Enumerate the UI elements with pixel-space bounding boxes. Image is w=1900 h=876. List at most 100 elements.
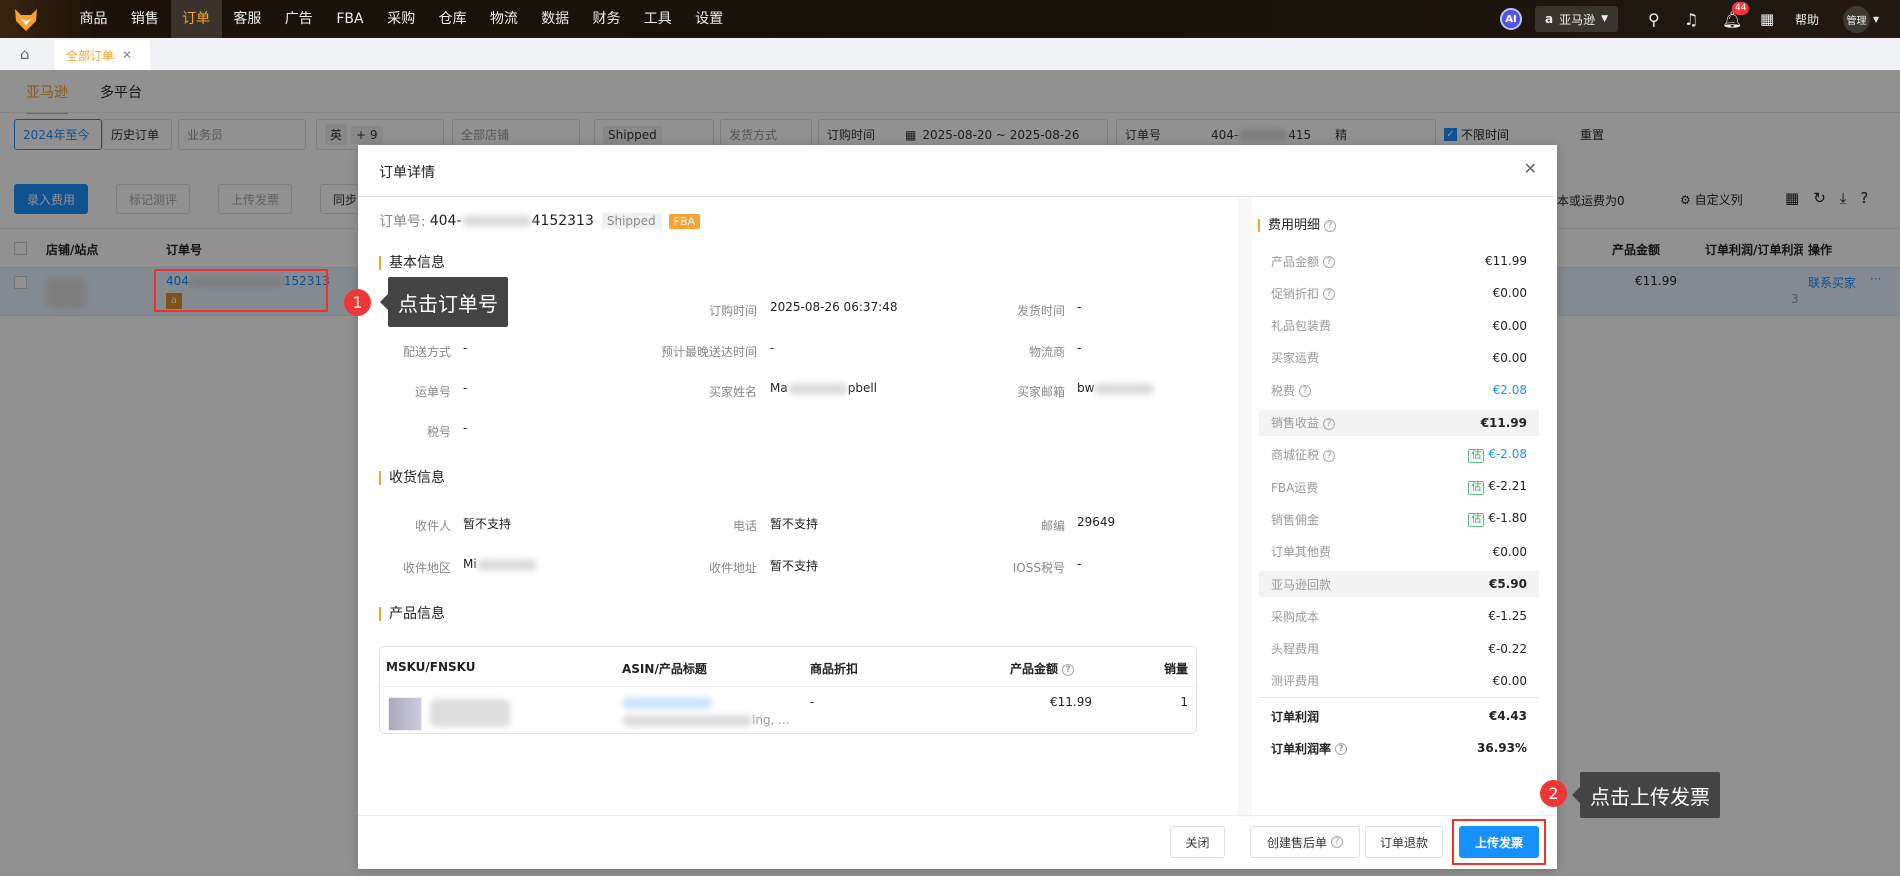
nav-item-1[interactable]: 销售 xyxy=(119,0,170,38)
help-icon[interactable]: ? xyxy=(1323,449,1336,462)
profit-label: 订单利润 xyxy=(1271,709,1320,724)
field-label: 买家邮箱 xyxy=(1016,385,1065,399)
estimate-badge: 估 xyxy=(1468,513,1485,528)
fee-row: 头程费用 €-0.22 xyxy=(1259,636,1539,662)
nav-item-9[interactable]: 数据 xyxy=(530,0,581,38)
nav-item-2[interactable]: 订单 xyxy=(170,0,222,38)
estimate-badge: 估 xyxy=(1468,448,1485,463)
fee-row: 税费? €2.08 xyxy=(1259,377,1539,403)
nav-item-4[interactable]: 广告 xyxy=(273,0,324,38)
product-qty: 1 xyxy=(1180,695,1188,709)
field-value: bw xyxy=(1077,381,1155,395)
col-discount: 商品折扣 xyxy=(810,662,859,676)
nav-item-12[interactable]: 设置 xyxy=(684,0,735,38)
notification-badge: 44 xyxy=(1732,2,1750,15)
fee-label: 买家运费 xyxy=(1271,351,1320,366)
fee-row: 销售收益? €11.99 xyxy=(1259,409,1539,436)
fees-title: 费用明细? xyxy=(1258,218,1337,233)
field-label: 物流商 xyxy=(1028,345,1065,359)
help-icon[interactable]: ? xyxy=(1323,256,1336,268)
refund-button[interactable]: 订单退款 xyxy=(1365,826,1443,858)
fee-value: €-2.21 xyxy=(1488,479,1527,494)
product-thumbnail xyxy=(388,697,422,731)
help-icon[interactable]: ? xyxy=(1323,417,1336,430)
help-icon[interactable]: ? xyxy=(1324,219,1337,232)
fee-label: 测评费用 xyxy=(1271,674,1320,689)
close-icon[interactable]: ✕ xyxy=(122,48,132,62)
field-label: 税号 xyxy=(426,425,451,439)
asin-link[interactable] xyxy=(622,697,712,709)
nav-item-5[interactable]: FBA xyxy=(325,0,376,38)
search-icon[interactable]: ⚲ xyxy=(1648,0,1660,38)
nav-item-11[interactable]: 工具 xyxy=(632,0,683,38)
tab-all-orders[interactable]: 全部订单 ✕ xyxy=(54,40,150,70)
bell-icon[interactable]: 🔔︎ 44 xyxy=(1722,0,1750,38)
modal-title: 订单详情 xyxy=(379,165,435,181)
fee-row: 买家运费 €0.00 xyxy=(1259,345,1539,371)
fee-value: €-1.25 xyxy=(1488,609,1527,624)
caret-down-icon: ▼ xyxy=(1601,14,1609,24)
close-button[interactable]: 关闭 xyxy=(1170,826,1225,858)
marketplace-select[interactable]: a 亚马逊 ▼ xyxy=(1535,6,1619,32)
nav-item-8[interactable]: 物流 xyxy=(478,0,529,38)
section-basic-info: 基本信息 xyxy=(379,256,445,270)
nav-item-7[interactable]: 仓库 xyxy=(427,0,478,38)
fee-row: 商城征税? 估 €-2.08 xyxy=(1259,442,1539,468)
home-icon[interactable]: ⌂ xyxy=(20,45,30,63)
fee-label: 销售收益 xyxy=(1271,416,1320,430)
status-badge: Shipped xyxy=(601,213,661,229)
panel-divider xyxy=(1238,197,1252,817)
fee-label: 销售佣金 xyxy=(1271,512,1320,527)
page-tab-bar: ⌂ 全部订单 ✕ xyxy=(0,38,1900,70)
nav-item-6[interactable]: 采购 xyxy=(376,0,427,38)
col-asin: ASIN/产品标题 xyxy=(622,662,707,676)
section-shipping-info: 收货信息 xyxy=(379,471,445,485)
help-link[interactable]: 帮助 xyxy=(1795,0,1819,38)
col-amount: 产品金额? xyxy=(1010,660,1075,677)
fee-value: €11.99 xyxy=(1480,415,1527,430)
order-detail-modal: 订单详情 ✕ 订单号: 404- 4152313 Shipped FBA 基本信息… xyxy=(358,145,1557,869)
redacted-msku xyxy=(430,699,510,727)
margin-value: 36.93% xyxy=(1477,741,1527,755)
fee-value: €2.08 xyxy=(1492,383,1527,398)
field-value: - xyxy=(1077,341,1082,355)
help-icon[interactable]: ? xyxy=(1299,385,1312,398)
order-prefix: 404- xyxy=(429,213,462,229)
nav-item-0[interactable]: 商品 xyxy=(68,0,119,38)
order-number-line: 订单号: 404- 4152313 Shipped FBA xyxy=(379,211,701,231)
nav-item-3[interactable]: 客服 xyxy=(222,0,273,38)
headset-icon[interactable]: ♫ xyxy=(1684,0,1698,38)
ai-icon[interactable]: AI xyxy=(1500,8,1522,30)
create-aftersale-button[interactable]: 创建售后单? xyxy=(1250,826,1360,858)
field-value: - xyxy=(463,421,468,435)
title-suffix: ing, ... xyxy=(752,713,790,727)
redacted xyxy=(622,714,752,727)
fee-label: 礼品包装费 xyxy=(1271,319,1332,334)
help-icon[interactable]: ? xyxy=(1323,288,1336,301)
fees-title-label: 费用明细 xyxy=(1268,218,1321,233)
apps-grid-icon[interactable]: ▦ xyxy=(1760,0,1774,38)
fee-value: €11.99 xyxy=(1485,254,1527,268)
product-title: ing, ... xyxy=(622,713,790,727)
help-icon[interactable]: ? xyxy=(1062,663,1075,676)
user-avatar[interactable]: 管理 xyxy=(1843,5,1870,33)
nav-item-10[interactable]: 财务 xyxy=(581,0,632,38)
fee-value: €5.90 xyxy=(1489,577,1527,591)
fox-logo-icon[interactable] xyxy=(12,5,40,33)
fee-label: 产品金额 xyxy=(1271,254,1320,269)
fee-label: 商城征税 xyxy=(1271,448,1320,463)
close-icon[interactable]: ✕ xyxy=(1524,159,1537,178)
step-1-tooltip: 点击订单号 xyxy=(380,277,508,327)
fba-badge: FBA xyxy=(668,213,701,229)
help-icon[interactable]: ? xyxy=(1335,743,1348,755)
fee-label: 促销折扣 xyxy=(1271,286,1320,301)
section-product-info: 产品信息 xyxy=(379,607,445,621)
fee-label: 亚马逊回款 xyxy=(1271,577,1332,592)
col-msku: MSKU/FNSKU xyxy=(386,660,476,674)
fee-label: FBA运费 xyxy=(1271,480,1319,495)
product-table: MSKU/FNSKU ASIN/产品标题 商品折扣 产品金额? 销量 ing, … xyxy=(379,646,1197,734)
product-table-header: MSKU/FNSKU ASIN/产品标题 商品折扣 产品金额? 销量 xyxy=(380,647,1196,687)
fee-value: €0.00 xyxy=(1492,544,1527,559)
field-label: 邮编 xyxy=(1040,519,1065,533)
fee-label: 头程费用 xyxy=(1271,642,1320,657)
